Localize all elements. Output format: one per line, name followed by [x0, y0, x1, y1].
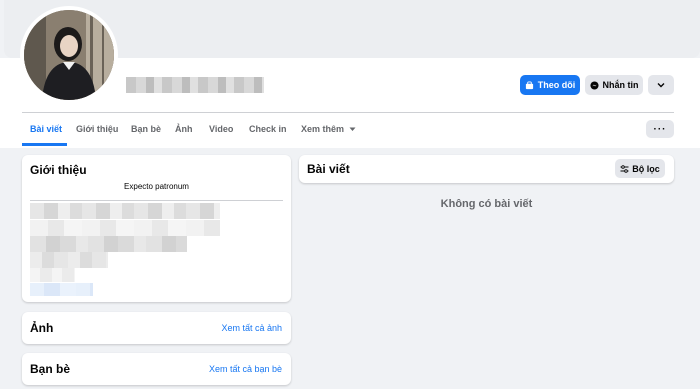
tab-options-button[interactable]: ···: [646, 120, 674, 138]
intro-bio: Expecto patronum: [124, 182, 189, 191]
tab-video[interactable]: Video: [209, 124, 233, 134]
friends-title: Bạn bè: [30, 362, 71, 376]
message-label: Nhắn tin: [602, 80, 639, 90]
header-divider: [22, 112, 674, 113]
caret-down-icon: [349, 127, 356, 131]
tab-more[interactable]: Xem thêm: [301, 124, 356, 134]
profile-name-redacted: [126, 77, 264, 93]
intro-divider: [30, 200, 283, 201]
filter-button[interactable]: Bộ lọc: [615, 159, 665, 178]
see-all-photos-link[interactable]: Xem tất cả ảnh: [221, 323, 282, 333]
tab-photos[interactable]: Ảnh: [175, 124, 193, 134]
friends-card: Bạn bè Xem tất cả bạn bè: [22, 353, 291, 385]
redacted-detail: [30, 220, 220, 236]
redacted-link: [30, 283, 93, 296]
follow-button[interactable]: Theo dõi: [520, 75, 580, 95]
tab-checkin[interactable]: Check in: [249, 124, 287, 134]
redacted-detail: [30, 268, 75, 282]
tab-posts[interactable]: Bài viết: [30, 124, 62, 134]
filter-icon: [620, 164, 629, 173]
tab-about[interactable]: Giới thiệu: [76, 124, 118, 134]
chevron-down-icon: [657, 83, 665, 88]
follow-icon: [525, 80, 533, 89]
redacted-detail: [30, 236, 187, 252]
posts-card: Bài viết Bộ lọc: [299, 155, 674, 183]
empty-posts-message: Không có bài viết: [440, 198, 533, 210]
avatar[interactable]: [20, 6, 118, 104]
more-horizontal-icon: ···: [653, 123, 667, 135]
intro-title: Giới thiệu: [30, 163, 87, 177]
see-all-friends-link[interactable]: Xem tất cả bạn bè: [209, 364, 282, 374]
redacted-detail: [30, 203, 220, 219]
posts-title: Bài viết: [307, 162, 350, 176]
photos-title: Ảnh: [30, 321, 54, 335]
redacted-detail: [30, 252, 108, 268]
photos-card: Ảnh Xem tất cả ảnh: [22, 312, 291, 344]
more-options-button[interactable]: [648, 75, 674, 95]
intro-card: Giới thiệu Expecto patronum: [22, 155, 291, 302]
follow-label: Theo dõi: [537, 80, 576, 90]
active-tab-indicator: [22, 143, 67, 146]
message-button[interactable]: Nhắn tin: [585, 75, 643, 95]
messenger-icon: [589, 80, 599, 90]
tab-friends[interactable]: Bạn bè: [131, 124, 161, 134]
tab-more-label: Xem thêm: [301, 124, 345, 134]
filter-label: Bộ lọc: [632, 163, 660, 174]
avatar-image: [24, 10, 114, 100]
